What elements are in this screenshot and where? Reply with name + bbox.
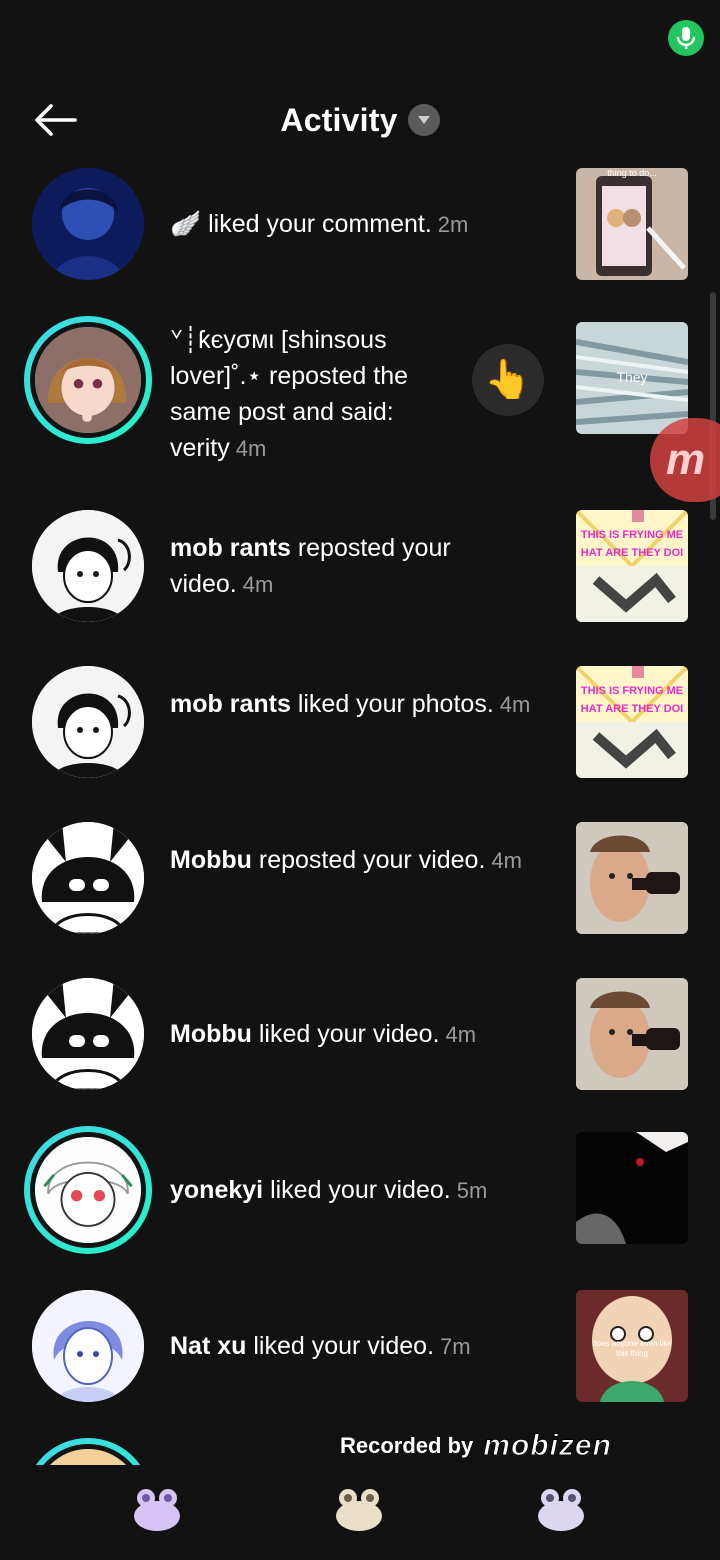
avatar[interactable] [24, 1126, 152, 1254]
svg-text:HAT ARE THEY DOI: HAT ARE THEY DOI [581, 703, 683, 715]
nav-frog-icon[interactable] [334, 1488, 384, 1532]
bottom-nav [0, 1466, 720, 1560]
recording-watermark: Recorded by mobizen [326, 1426, 626, 1466]
post-thumbnail[interactable]: THIS IS FRYING ME HAT ARE THEY DOI [576, 666, 688, 778]
post-thumbnail[interactable] [576, 822, 688, 934]
list-item[interactable]: Mobbu reposted your video. 4m [0, 822, 720, 934]
svg-text:THIS IS FRYING ME: THIS IS FRYING ME [581, 685, 683, 697]
svg-text:THIS IS FRYING ME: THIS IS FRYING ME [581, 529, 683, 541]
avatar[interactable] [32, 822, 144, 934]
activity-text: 🪽 liked your comment. 2m [170, 210, 469, 238]
post-thumbnail[interactable]: does anyone even like this thing [576, 1290, 688, 1402]
header: Activity [0, 90, 720, 150]
activity-text: Mobbu liked your video. 4m [170, 1020, 477, 1048]
post-thumbnail[interactable] [576, 978, 688, 1090]
activity-text: Mobbu reposted your video. 4m [170, 846, 522, 874]
page-title: Activity [280, 101, 398, 138]
list-item[interactable]: Nat xu liked your video. 7m does anyone e… [0, 1290, 720, 1402]
activity-text: mob rants liked your photos. 4m [170, 690, 531, 718]
svg-text:this thing: this thing [616, 1349, 648, 1358]
pointing-hand-icon[interactable]: 👆 [472, 344, 544, 416]
svg-text:thing to do...: thing to do... [607, 168, 657, 178]
activity-list: 🪽 liked your comment. 2m thing to do... ᘁ… [0, 160, 720, 1465]
list-item[interactable]: yonekyi liked your video. 5m [0, 1126, 720, 1254]
post-thumbnail[interactable]: thing to do... [576, 168, 688, 280]
activity-text: ᘁ┊ƙєуσмι [shinsous lover]˚.⋆ reposted th… [170, 326, 409, 462]
svg-text:They: They [616, 369, 647, 385]
avatar[interactable] [24, 1438, 152, 1465]
chevron-down-icon [407, 104, 440, 136]
mobizen-logo: mobizen [483, 1429, 612, 1463]
avatar[interactable] [32, 1290, 144, 1402]
avatar[interactable] [32, 510, 144, 622]
list-item[interactable]: 🪽 liked your comment. 2m thing to do... [0, 168, 720, 280]
list-item[interactable]: mob rants reposted your video. 4m THIS IS… [0, 510, 720, 622]
feather-icon: 🪽 [170, 210, 202, 238]
svg-text:HAT ARE THEY DOI: HAT ARE THEY DOI [581, 547, 683, 559]
list-item[interactable]: Mobbu liked your video. 4m [0, 978, 720, 1090]
post-thumbnail[interactable]: They [576, 322, 688, 434]
avatar[interactable] [32, 978, 144, 1090]
post-thumbnail[interactable] [576, 1132, 688, 1244]
avatar[interactable] [32, 666, 144, 778]
list-item[interactable]: mob rants liked your photos. 4m THIS IS F… [0, 666, 720, 778]
post-thumbnail[interactable]: THIS IS FRYING ME HAT ARE THEY DOI [576, 510, 688, 622]
activity-text: yonekyi liked your video. 5m [170, 1176, 488, 1204]
nav-frog-icon[interactable] [536, 1488, 586, 1532]
title-dropdown[interactable]: Activity [0, 90, 720, 150]
nav-frog-icon[interactable] [132, 1488, 182, 1532]
activity-text: Nat xu liked your video. 7m [170, 1332, 471, 1360]
avatar[interactable] [32, 168, 144, 280]
microphone-icon [668, 20, 704, 56]
avatar[interactable] [24, 316, 152, 444]
svg-text:does anyone even like: does anyone even like [592, 1339, 672, 1348]
list-item[interactable]: ᘁ┊ƙєуσмι [shinsous lover]˚.⋆ reposted th… [0, 316, 720, 476]
activity-text: mob rants reposted your video. 4m [170, 534, 451, 598]
